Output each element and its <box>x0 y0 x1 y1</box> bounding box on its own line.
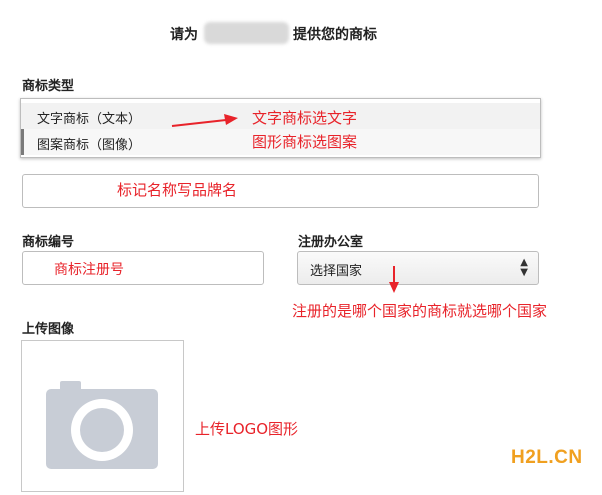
redacted-name-blur <box>204 22 289 44</box>
select-updown-icon: ▲ ▼ <box>520 257 528 278</box>
upload-image-area[interactable] <box>21 340 184 492</box>
upload-image-label: 上传图像 <box>22 322 75 337</box>
title-prefix: 请为 <box>170 27 198 43</box>
trademark-number-label: 商标编号 <box>22 235 75 250</box>
camera-icon <box>46 381 158 469</box>
type-option-text-label: 文字商标（文本） <box>37 112 142 127</box>
title-suffix: 提供您的商标 <box>293 27 377 43</box>
registration-office-label: 注册办公室 <box>298 235 364 250</box>
annotation-upload-hint: 上传LOGO图形 <box>195 420 299 438</box>
registration-office-selected: 选择国家 <box>310 264 363 279</box>
annotation-type-hint-1: 文字商标选文字 <box>252 109 358 127</box>
trademark-name-input[interactable] <box>22 174 539 208</box>
registration-office-select[interactable]: 选择国家 ▲ ▼ <box>297 251 539 285</box>
trademark-type-label: 商标类型 <box>22 79 75 94</box>
annotation-type-hint-2: 图形商标选图案 <box>252 133 358 151</box>
option-highlight-bar <box>21 129 24 155</box>
type-option-image-label: 图案商标（图像） <box>37 138 142 153</box>
site-watermark: H2L.CN <box>511 447 583 468</box>
annotation-name-hint: 标记名称写品牌名 <box>117 181 238 199</box>
annotation-number-hint: 商标注册号 <box>54 262 124 278</box>
page-title: 请为 提供您的商标 <box>0 22 602 46</box>
annotation-office-hint: 注册的是哪个国家的商标就选哪个国家 <box>292 302 548 320</box>
